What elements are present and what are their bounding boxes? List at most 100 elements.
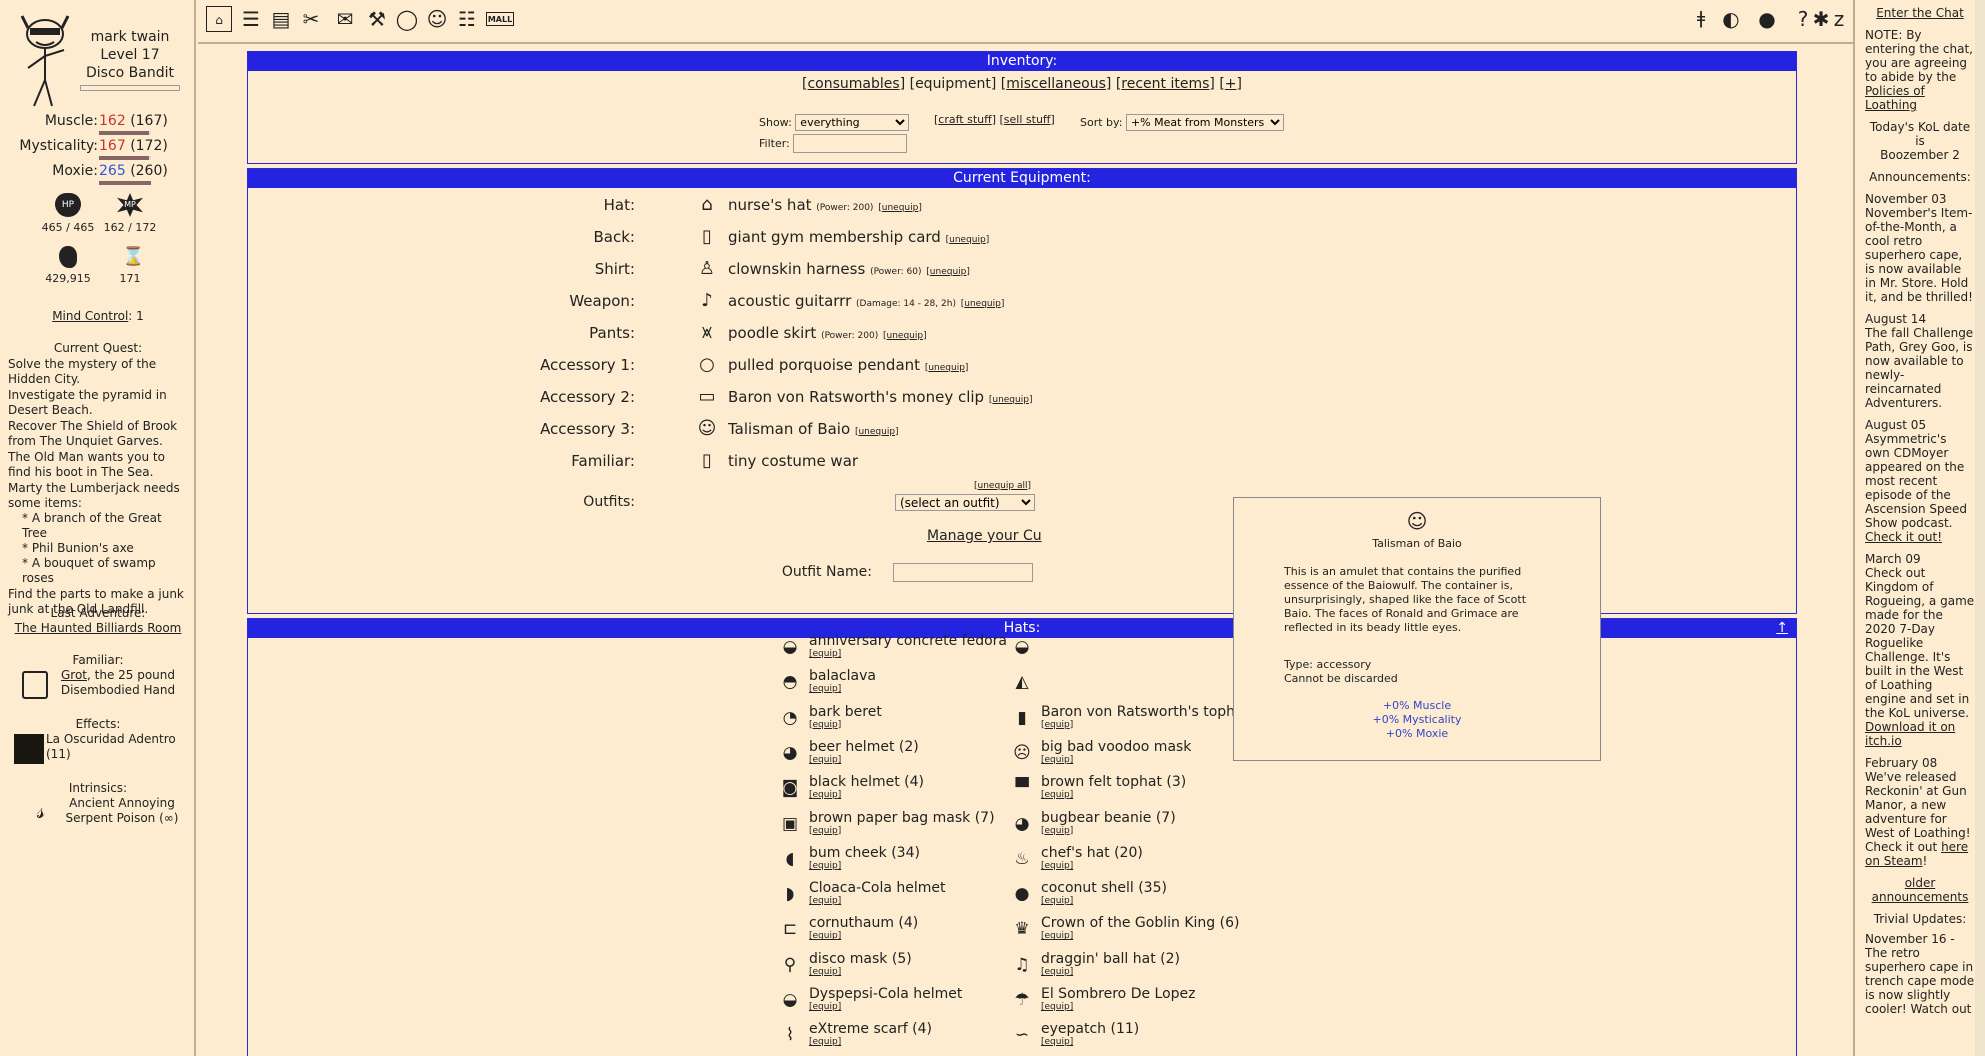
hat-icon[interactable]: ⚲ — [777, 952, 803, 978]
outfit-name-input[interactable] — [893, 563, 1033, 582]
manage-outfits-link[interactable]: Manage your Cu — [927, 528, 1042, 544]
equipped-item-name[interactable]: nurse's hat — [728, 196, 812, 214]
equipped-item-name[interactable]: tiny costume war — [728, 452, 858, 470]
equip-link[interactable]: equip — [1045, 896, 1070, 906]
announcement-link[interactable]: Download it on itch.io — [1865, 720, 1955, 748]
moon-stick-icon[interactable]: ǂ — [1688, 6, 1714, 32]
hat-icon[interactable]: ▀ — [1009, 775, 1035, 801]
equip-link[interactable]: equip — [1045, 967, 1070, 977]
equipped-item-name[interactable]: poodle skirt — [728, 324, 816, 342]
scrollbar[interactable] — [1975, 0, 1985, 1056]
equipped-item-name[interactable]: Talisman of Baio — [728, 420, 850, 438]
hat-icon[interactable]: ▣ — [777, 811, 803, 837]
equip-link[interactable]: equip — [813, 896, 838, 906]
older-announcements-link[interactable]: older announcements — [1872, 876, 1969, 904]
equip-link[interactable]: equip — [1045, 790, 1070, 800]
effect-name[interactable]: La Oscuridad Adentro (11) — [46, 732, 188, 762]
equip-link[interactable]: equip — [813, 649, 838, 659]
moon-ronald-icon[interactable]: ◐ — [1718, 6, 1744, 32]
hat-icon[interactable]: ◖ — [777, 846, 803, 872]
chat-bubble-icon[interactable]: ◯ — [394, 6, 420, 32]
nurses-hat-icon[interactable]: ⌂ — [694, 193, 720, 217]
hat-icon[interactable]: ◓ — [777, 669, 803, 695]
unequip-link[interactable]: unequip — [949, 235, 986, 245]
unequip-link[interactable]: unequip — [992, 395, 1029, 405]
hat-icon[interactable]: ⌇ — [777, 1022, 803, 1048]
quest-item[interactable]: Solve the mystery of the Hidden City. — [8, 357, 188, 387]
harness-icon[interactable]: ♙ — [694, 257, 720, 281]
pendant-icon[interactable]: ○ — [694, 353, 720, 377]
unequip-link[interactable]: unequip — [930, 267, 967, 277]
money-clip-icon[interactable]: ▭ — [694, 385, 720, 409]
familiar-icon[interactable] — [22, 671, 48, 699]
equip-link[interactable]: equip — [813, 861, 838, 871]
hat-icon[interactable]: ◔ — [777, 705, 803, 731]
hat-icon[interactable]: ◗ — [777, 881, 803, 907]
hat-icon[interactable]: ☹ — [1009, 740, 1035, 766]
equip-link[interactable]: equip — [1045, 720, 1070, 730]
hat-icon[interactable]: ◕ — [1009, 811, 1035, 837]
hat-icon[interactable]: ◒ — [1009, 634, 1035, 660]
equipped-item-name[interactable]: acoustic guitarrr — [728, 292, 851, 310]
unequip-link[interactable]: unequip — [928, 363, 965, 373]
intrinsic-name[interactable]: Ancient Annoying Serpent Poison (∞) — [56, 796, 188, 826]
hat-icon[interactable]: ◒ — [777, 987, 803, 1013]
equip-link[interactable]: equip — [1045, 931, 1070, 941]
equipped-item-name[interactable]: pulled porquoise pendant — [728, 356, 920, 374]
enter-chat-link[interactable]: Enter the Chat — [1876, 6, 1964, 20]
sell-stuff-link[interactable]: sell stuff — [1004, 113, 1051, 126]
mp-icon[interactable]: MP — [117, 193, 143, 217]
unequip-link[interactable]: unequip — [882, 203, 919, 213]
hat-icon[interactable]: ♫ — [1009, 952, 1035, 978]
gym-card-icon[interactable]: ▯ — [694, 225, 720, 249]
wrench-icon[interactable]: ⚒ — [364, 6, 390, 32]
familiar-name[interactable]: Grot — [61, 668, 87, 682]
mall-icon[interactable]: MALL — [486, 12, 514, 26]
map-icon[interactable]: ⌂ — [206, 6, 232, 32]
skirt-icon[interactable]: ⩙ — [694, 321, 720, 345]
hat-icon[interactable]: ◒ — [777, 634, 803, 660]
equip-link[interactable]: equip — [1045, 861, 1070, 871]
hat-icon[interactable]: ◭ — [1009, 669, 1035, 695]
hat-icon[interactable]: ● — [1009, 881, 1035, 907]
hat-icon[interactable]: ⊏ — [777, 916, 803, 942]
avatar[interactable] — [14, 10, 76, 110]
equip-link[interactable]: equip — [813, 1037, 838, 1047]
equipped-item-name[interactable]: giant gym membership card — [728, 228, 941, 246]
effect-icon[interactable] — [14, 734, 44, 764]
hp-icon[interactable]: HP — [55, 193, 81, 217]
hat-icon[interactable]: ◕ — [777, 740, 803, 766]
quest-item[interactable]: Investigate the pyramid in Desert Beach. — [8, 388, 188, 418]
smiley-icon[interactable]: ☺ — [424, 6, 450, 32]
mind-control-link[interactable]: Mind Control — [52, 309, 128, 323]
tab-miscellaneous[interactable]: miscellaneous — [1006, 76, 1106, 92]
equip-link[interactable]: equip — [813, 931, 838, 941]
hat-icon[interactable]: ∽ — [1009, 1022, 1035, 1048]
hat-icon[interactable]: ♨ — [1009, 846, 1035, 872]
moon-grimace-icon[interactable]: ● — [1754, 6, 1780, 32]
equip-link[interactable]: equip — [813, 790, 838, 800]
unequip-link[interactable]: unequip — [858, 427, 895, 437]
quest-item[interactable]: Marty the Lumberjack needs some items: — [8, 481, 188, 511]
guitar-icon[interactable]: ♪ — [694, 289, 720, 313]
equipped-item-name[interactable]: clownskin harness — [728, 260, 865, 278]
craft-stuff-link[interactable]: craft stuff — [938, 113, 991, 126]
sort-select[interactable]: +% Meat from Monsters — [1125, 114, 1284, 131]
equip-link[interactable]: equip — [813, 967, 838, 977]
equip-link[interactable]: equip — [813, 826, 838, 836]
hat-icon[interactable]: ♛ — [1009, 916, 1035, 942]
options-icon[interactable]: ☷ — [454, 6, 480, 32]
tab-recent-items[interactable]: recent items — [1121, 76, 1209, 92]
equip-link[interactable]: equip — [1045, 1037, 1070, 1047]
quest-item[interactable]: The Old Man wants you to find his boot i… — [8, 450, 188, 480]
equip-link[interactable]: equip — [1045, 826, 1070, 836]
show-select[interactable]: everything — [795, 114, 910, 131]
equip-link[interactable]: equip — [1045, 1002, 1070, 1012]
unequip-link[interactable]: unequip — [887, 331, 924, 341]
tab-consumables[interactable]: consumables — [807, 76, 899, 92]
book-icon[interactable]: ▤ — [268, 6, 294, 32]
equip-link[interactable]: equip — [813, 720, 838, 730]
backpack-icon[interactable]: ☰ — [238, 6, 264, 32]
equip-link[interactable]: equip — [1045, 755, 1070, 765]
tools-icon[interactable]: ✂ — [298, 6, 324, 32]
